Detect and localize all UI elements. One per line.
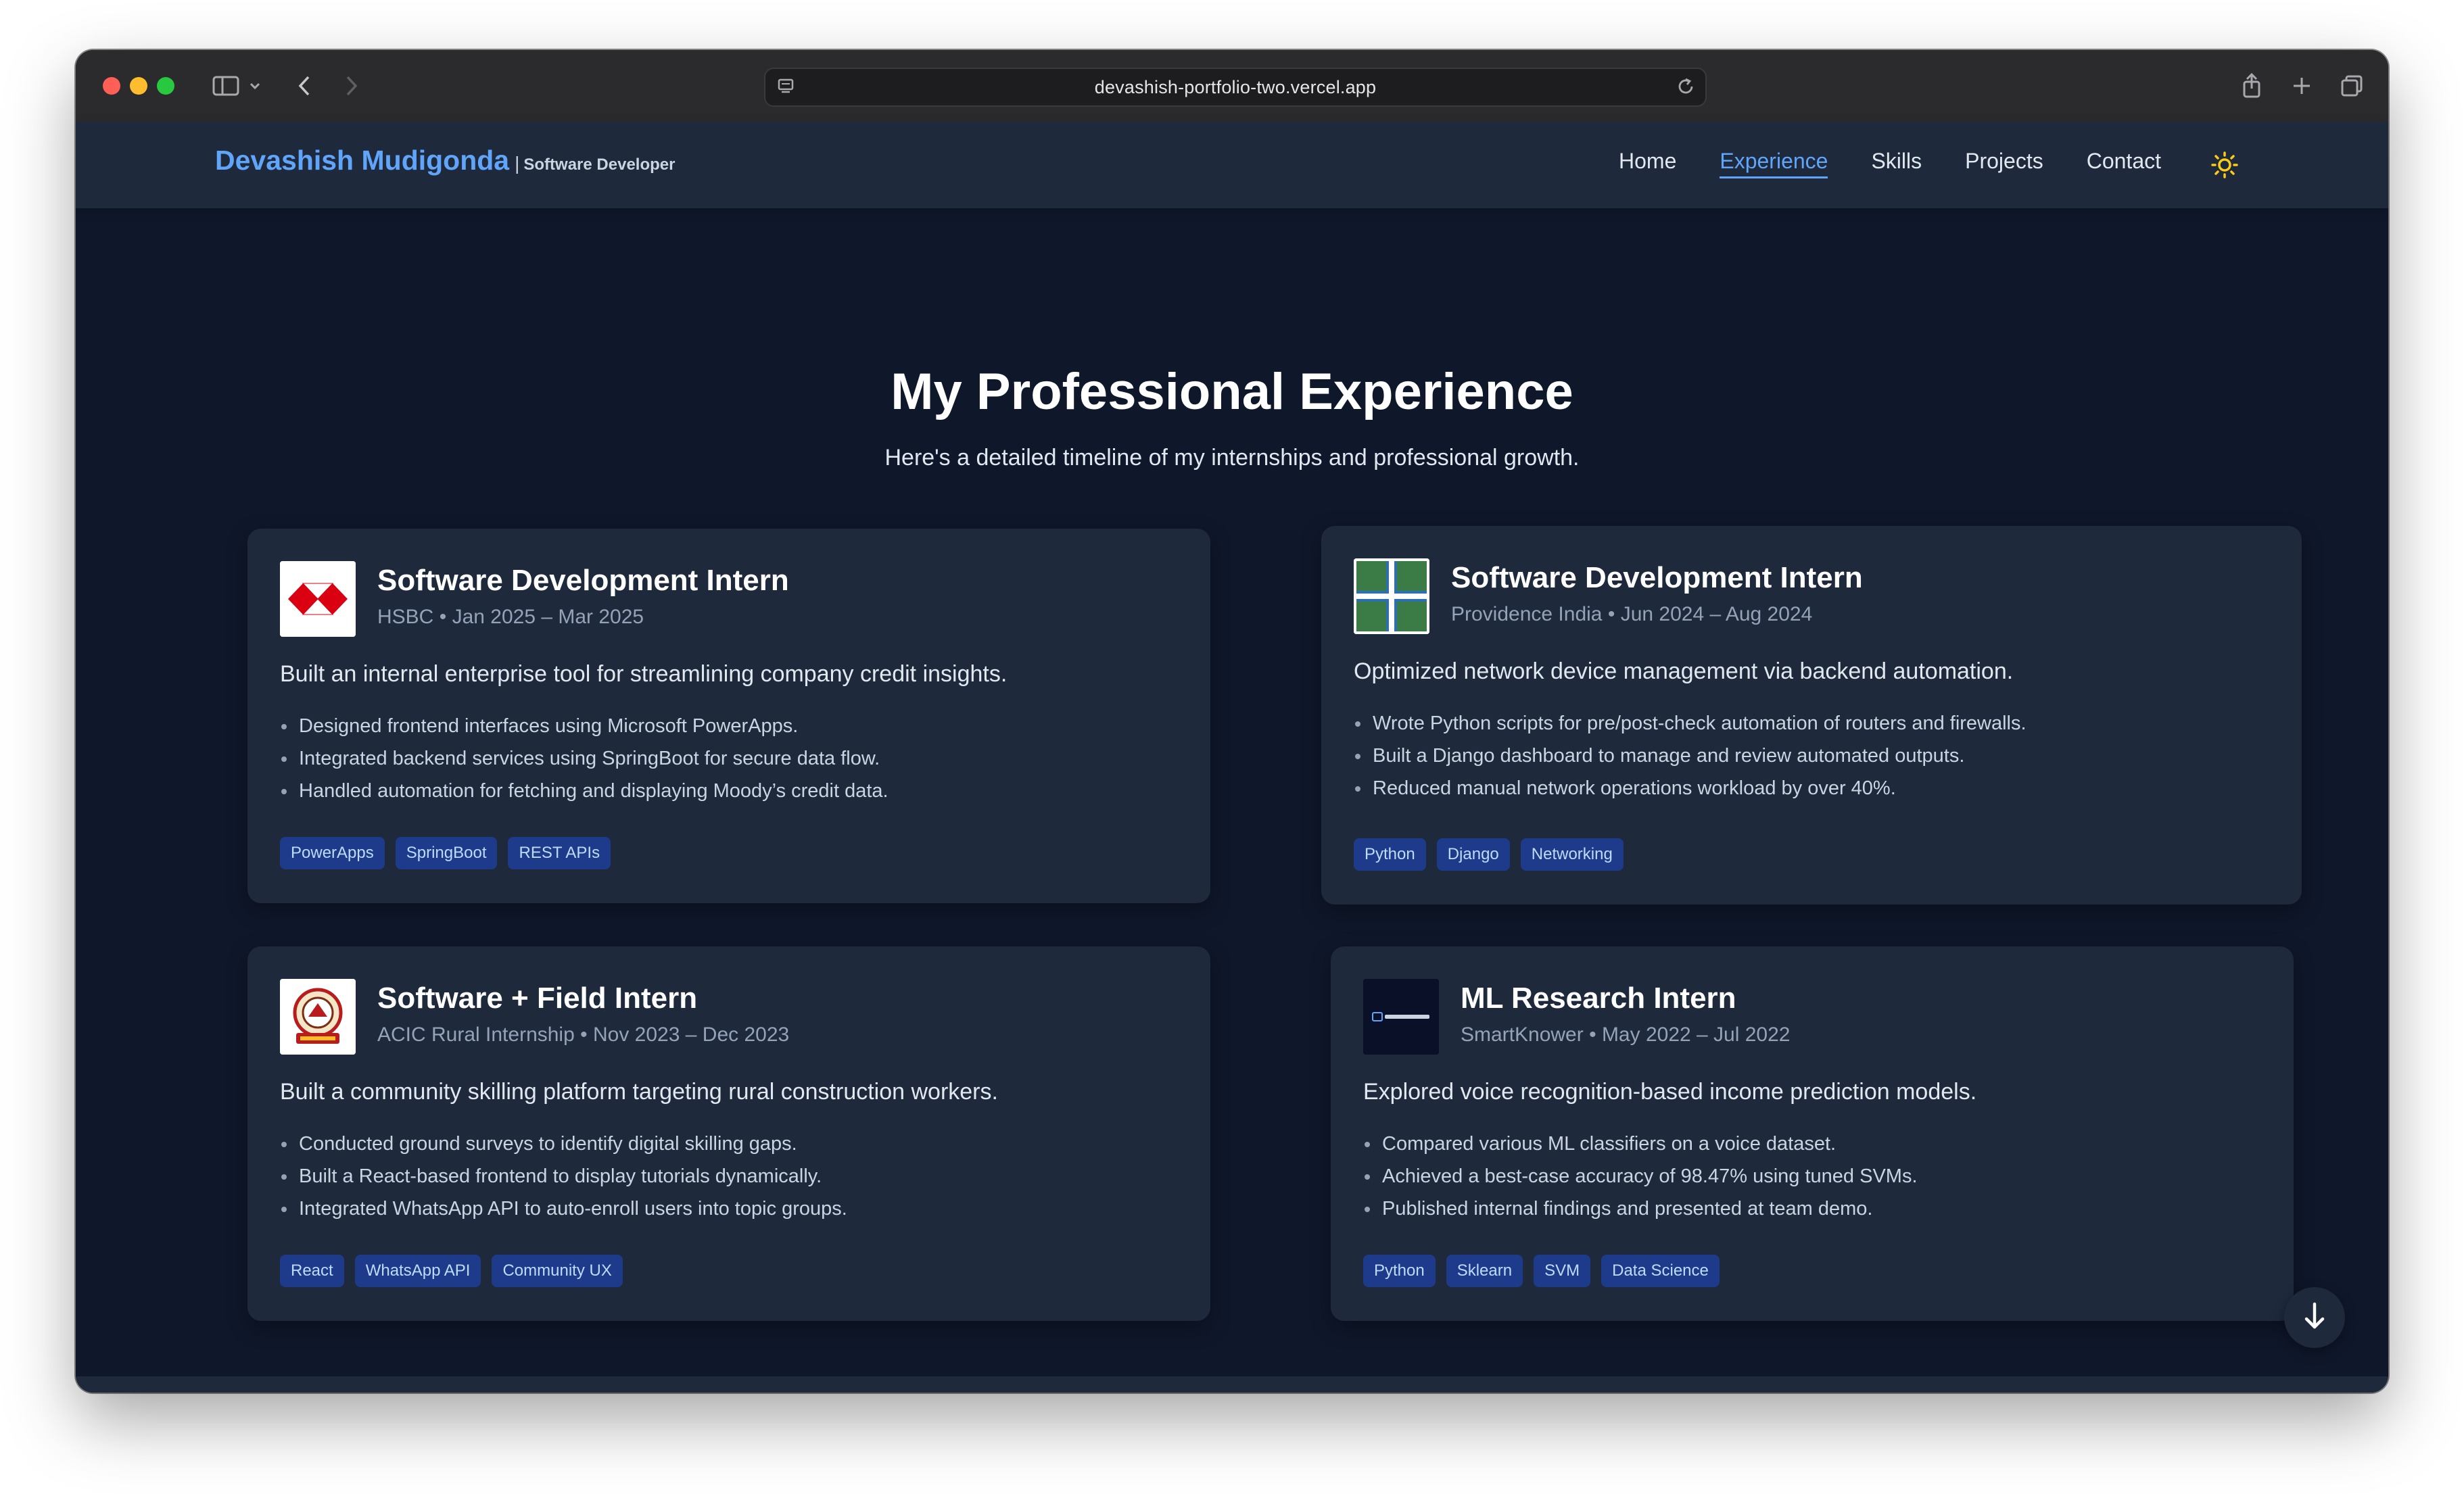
tech-tag: Networking bbox=[1520, 838, 1624, 871]
tech-tag: Django bbox=[1436, 838, 1510, 871]
list-item: Published internal findings and presente… bbox=[1363, 1192, 1918, 1225]
list-item: Handled automation for fetching and disp… bbox=[280, 775, 889, 807]
sun-icon[interactable] bbox=[2211, 151, 2238, 178]
experience-card-hsbc: Software Development Intern HSBC • Jan 2… bbox=[247, 529, 1210, 903]
providence-logo bbox=[1354, 558, 1429, 634]
job-dates: Nov 2023 – Dec 2023 bbox=[593, 1023, 790, 1046]
tech-tag: Sklearn bbox=[1446, 1255, 1523, 1287]
job-bullets: Designed frontend interfaces using Micro… bbox=[280, 710, 889, 807]
experience-card-acic: Software + Field Intern ACIC Rural Inter… bbox=[247, 946, 1210, 1321]
nav-link-experience[interactable]: Experience bbox=[1720, 149, 1828, 178]
nav-link-home[interactable]: Home bbox=[1619, 149, 1676, 178]
job-summary: Explored voice recognition-based income … bbox=[1363, 1079, 1977, 1105]
meta-separator: • bbox=[1589, 1023, 1596, 1046]
page-subtitle: Here's a detailed timeline of my interns… bbox=[884, 445, 1580, 471]
browser-toolbar: devashish-portfolio-two.vercel.app bbox=[76, 50, 2388, 123]
tab-overview-icon[interactable] bbox=[2337, 69, 2367, 103]
tech-tag: SpringBoot bbox=[395, 837, 498, 869]
tech-tag: Python bbox=[1354, 838, 1426, 871]
back-icon[interactable] bbox=[289, 69, 319, 103]
meta-separator: • bbox=[439, 606, 447, 628]
company-name: HSBC bbox=[377, 606, 434, 628]
list-item: Built a React-based frontend to display … bbox=[280, 1160, 847, 1192]
sidebar-toggle-icon[interactable] bbox=[208, 69, 243, 103]
site-settings-icon[interactable] bbox=[776, 77, 795, 99]
job-meta: ACIC Rural Internship • Nov 2023 – Dec 2… bbox=[377, 1023, 789, 1046]
tech-tag: Data Science bbox=[1601, 1255, 1720, 1287]
job-title: Software Development Intern bbox=[1451, 561, 1863, 594]
list-item: Integrated backend services using Spring… bbox=[280, 742, 889, 775]
tech-tag: WhatsApp API bbox=[354, 1255, 481, 1287]
nav-link-projects[interactable]: Projects bbox=[1965, 149, 2043, 178]
job-summary: Optimized network device management via … bbox=[1354, 658, 2014, 684]
page-footer-edge bbox=[76, 1376, 2388, 1393]
share-icon[interactable] bbox=[2237, 69, 2267, 103]
company-name: SmartKnower bbox=[1461, 1023, 1584, 1046]
company-name: Providence India bbox=[1451, 603, 1603, 625]
tech-tag: React bbox=[280, 1255, 344, 1287]
job-title: ML Research Intern bbox=[1461, 982, 1736, 1015]
list-item: Conducted ground surveys to identify dig… bbox=[280, 1128, 847, 1160]
brand-name[interactable]: Devashish Mudigonda bbox=[215, 145, 509, 176]
list-item: Designed frontend interfaces using Micro… bbox=[280, 710, 889, 742]
meta-separator: • bbox=[580, 1023, 588, 1046]
site-navbar: Devashish Mudigonda | Software Developer… bbox=[76, 122, 2388, 208]
job-meta: SmartKnower • May 2022 – Jul 2022 bbox=[1461, 1023, 1790, 1046]
tech-tags: React WhatsApp API Community UX bbox=[280, 1255, 623, 1287]
acic-logo bbox=[280, 979, 356, 1055]
hsbc-logo bbox=[280, 561, 356, 637]
company-name: ACIC Rural Internship bbox=[377, 1023, 575, 1046]
meta-separator: • bbox=[1607, 603, 1615, 625]
list-item: Reduced manual network operations worklo… bbox=[1354, 772, 2027, 804]
tech-tag: PowerApps bbox=[280, 837, 385, 869]
job-dates: Jan 2025 – Mar 2025 bbox=[452, 606, 644, 628]
tech-tag: SVM bbox=[1534, 1255, 1591, 1287]
address-bar[interactable]: devashish-portfolio-two.vercel.app bbox=[764, 68, 1707, 107]
scroll-down-button[interactable] bbox=[2284, 1287, 2345, 1348]
tech-tags: PowerApps SpringBoot REST APIs bbox=[280, 837, 611, 869]
tech-tags: Python Django Networking bbox=[1354, 838, 1624, 871]
job-dates: Jun 2024 – Aug 2024 bbox=[1620, 603, 1813, 625]
zoom-window-button[interactable] bbox=[157, 77, 174, 95]
browser-window: devashish-portfolio-two.vercel.app Devas… bbox=[76, 50, 2388, 1393]
brand-separator: | bbox=[515, 153, 520, 174]
job-title: Software + Field Intern bbox=[377, 982, 698, 1015]
brand[interactable]: Devashish Mudigonda | Software Developer bbox=[215, 145, 675, 176]
tech-tag: Python bbox=[1363, 1255, 1436, 1287]
minimize-window-button[interactable] bbox=[130, 77, 147, 95]
job-title: Software Development Intern bbox=[377, 564, 789, 597]
url-text: devashish-portfolio-two.vercel.app bbox=[1094, 76, 1377, 97]
job-bullets: Compared various ML classifiers on a voi… bbox=[1363, 1128, 1918, 1225]
list-item: Achieved a best-case accuracy of 98.47% … bbox=[1363, 1160, 1918, 1192]
tech-tags: Python Sklearn SVM Data Science bbox=[1363, 1255, 1720, 1287]
job-summary: Built an internal enterprise tool for st… bbox=[280, 661, 1008, 687]
nav-links: Home Experience Skills Projects Contact bbox=[1619, 149, 2161, 178]
forward-icon[interactable] bbox=[337, 69, 366, 103]
job-meta: HSBC • Jan 2025 – Mar 2025 bbox=[377, 606, 644, 629]
new-tab-icon[interactable] bbox=[2287, 69, 2317, 103]
close-window-button[interactable] bbox=[103, 77, 120, 95]
experience-card-providence: Software Development Intern Providence I… bbox=[1321, 526, 2302, 905]
list-item: Built a Django dashboard to manage and r… bbox=[1354, 740, 2027, 772]
list-item: Wrote Python scripts for pre/post-check … bbox=[1354, 707, 2027, 740]
nav-link-skills[interactable]: Skills bbox=[1871, 149, 1922, 178]
reload-icon[interactable] bbox=[1676, 76, 1696, 100]
page-content: Devashish Mudigonda | Software Developer… bbox=[76, 122, 2388, 1393]
nav-link-contact[interactable]: Contact bbox=[2087, 149, 2161, 178]
list-item: Compared various ML classifiers on a voi… bbox=[1363, 1128, 1918, 1160]
smartknower-logo bbox=[1363, 979, 1439, 1055]
job-meta: Providence India • Jun 2024 – Aug 2024 bbox=[1451, 603, 1812, 626]
tech-tag: REST APIs bbox=[508, 837, 611, 869]
arrow-down-icon bbox=[2301, 1301, 2328, 1334]
chevron-down-icon[interactable] bbox=[246, 69, 264, 103]
experience-card-smartknower: ML Research Intern SmartKnower • May 202… bbox=[1331, 946, 2294, 1321]
brand-role: Software Developer bbox=[523, 155, 676, 174]
tech-tag: Community UX bbox=[492, 1255, 623, 1287]
list-item: Integrated WhatsApp API to auto-enroll u… bbox=[280, 1192, 847, 1225]
job-dates: May 2022 – Jul 2022 bbox=[1601, 1023, 1791, 1046]
job-bullets: Conducted ground surveys to identify dig… bbox=[280, 1128, 847, 1225]
page-title: My Professional Experience bbox=[891, 363, 1573, 420]
job-bullets: Wrote Python scripts for pre/post-check … bbox=[1354, 707, 2027, 804]
job-summary: Built a community skilling platform targ… bbox=[280, 1079, 998, 1105]
